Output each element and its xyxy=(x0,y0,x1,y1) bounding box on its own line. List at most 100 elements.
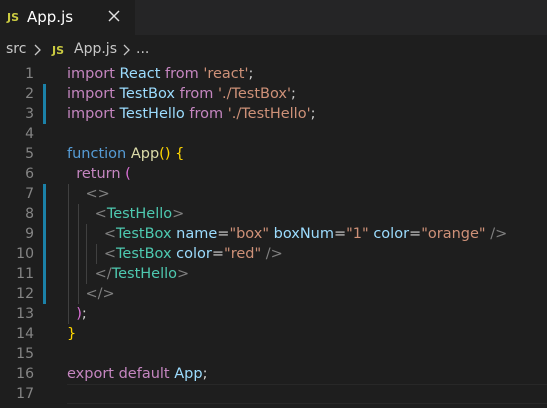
code-token: import xyxy=(67,106,115,122)
chevron-right-icon xyxy=(122,44,132,56)
code-token: = xyxy=(217,226,230,242)
code-line[interactable]: 16 export default App; xyxy=(0,364,547,384)
code-line[interactable]: 2 import TestBox from './TestBox'; xyxy=(0,84,547,104)
modified-line-marker[interactable] xyxy=(43,84,46,104)
line-number: 4 xyxy=(25,126,34,142)
code-token: './TestBox' xyxy=(217,86,291,102)
modified-line-marker[interactable] xyxy=(43,264,46,284)
code-token: from xyxy=(189,106,224,122)
line-number: 9 xyxy=(25,226,34,242)
code-token: < xyxy=(94,206,107,222)
line-number: 7 xyxy=(25,186,34,202)
tab-app-js[interactable]: JS App.js xyxy=(0,0,135,35)
breadcrumb-folder[interactable]: src xyxy=(6,41,26,57)
code-text: <TestHello> xyxy=(67,204,185,224)
indent-guide xyxy=(96,244,97,264)
code-line[interactable]: 7 <> xyxy=(0,184,547,204)
code-token: function xyxy=(67,146,127,162)
code-line[interactable]: 6 return ( xyxy=(0,164,547,184)
modified-line-marker[interactable] xyxy=(43,224,46,244)
code-token: TestBox xyxy=(116,226,172,242)
line-number: 11 xyxy=(16,266,34,282)
code-line[interactable]: 14} xyxy=(0,324,547,344)
code-token: from xyxy=(165,66,199,82)
code-token: import xyxy=(67,86,115,102)
code-line[interactable]: 12 </> xyxy=(0,284,547,304)
code-token: ; xyxy=(248,66,254,82)
code-token: </> xyxy=(85,286,115,302)
code-text: return ( xyxy=(67,164,131,184)
modified-line-marker[interactable] xyxy=(43,284,46,304)
code-token: ; xyxy=(81,306,87,322)
editor-window: JS App.js src JS App.js ... 1 import Reac… xyxy=(0,0,547,408)
line-number: 17 xyxy=(16,386,34,402)
code-token: = xyxy=(409,226,422,242)
current-line-highlight xyxy=(67,384,547,404)
modified-line-marker[interactable] xyxy=(43,244,46,264)
chevron-right-icon xyxy=(33,44,43,56)
indent-guide xyxy=(78,204,79,304)
code-line[interactable]: 8 <TestHello> xyxy=(0,204,547,224)
code-token: boxNum xyxy=(273,226,334,242)
breadcrumb-file[interactable]: App.js xyxy=(74,41,117,57)
code-token: App xyxy=(174,366,203,382)
code-token: } xyxy=(67,326,77,342)
code-token: from xyxy=(179,86,214,102)
code-token: import xyxy=(67,66,115,82)
js-file-icon: JS xyxy=(52,44,65,57)
modified-line-marker[interactable] xyxy=(43,104,46,124)
modified-line-marker[interactable] xyxy=(43,184,46,204)
close-icon[interactable] xyxy=(104,6,124,26)
line-number: 2 xyxy=(25,86,34,102)
line-number: 3 xyxy=(25,106,34,122)
code-token: () xyxy=(159,146,171,162)
line-number: 15 xyxy=(16,346,34,362)
line-number: 5 xyxy=(25,146,34,162)
code-line[interactable]: 3 import TestHello from './TestHello'; xyxy=(0,104,547,124)
code-token: color xyxy=(373,226,410,242)
code-token: export xyxy=(67,366,114,382)
line-number: 12 xyxy=(16,286,34,302)
code-token: "box" xyxy=(229,226,269,242)
code-text: <TestBox name="box" boxNum="1" color="or… xyxy=(67,224,507,244)
code-token: TestHello xyxy=(119,106,185,122)
code-text: <> xyxy=(67,184,110,204)
code-line[interactable]: 1 import React from 'react'; xyxy=(0,64,547,84)
code-line[interactable]: 13 ); xyxy=(0,304,547,324)
code-token: ( xyxy=(125,166,131,182)
indent-guide xyxy=(68,184,69,324)
code-line[interactable]: 10 <TestBox color="red" /> xyxy=(0,244,547,264)
code-token: TestHello xyxy=(106,206,173,222)
code-token: ; xyxy=(290,86,296,102)
code-line[interactable]: 5 function App() { xyxy=(0,144,547,164)
line-number: 8 xyxy=(25,206,34,222)
code-token: color xyxy=(176,246,212,262)
line-number: 13 xyxy=(16,306,34,322)
code-token: App xyxy=(130,146,160,162)
code-line[interactable]: 4 xyxy=(0,124,547,144)
code-line[interactable]: 11 </TestHello> xyxy=(0,264,547,284)
code-token: TestBox xyxy=(116,246,172,262)
code-token: TestHello xyxy=(111,266,178,282)
code-text: import TestHello from './TestHello'; xyxy=(67,104,315,124)
line-number: 10 xyxy=(16,246,34,262)
code-token: return xyxy=(76,166,121,182)
code-token: <> xyxy=(85,186,110,202)
code-token: TestBox xyxy=(119,86,176,102)
code-token: /> xyxy=(265,246,283,262)
modified-line-marker[interactable] xyxy=(43,204,46,224)
code-token: > xyxy=(172,206,185,222)
code-text: import React from 'react'; xyxy=(67,64,253,84)
code-line[interactable]: 17 xyxy=(0,384,547,404)
line-number: 1 xyxy=(25,66,34,82)
code-editor[interactable]: 1 import React from 'react'; 2 import TestB… xyxy=(0,63,547,408)
breadcrumb-more[interactable]: ... xyxy=(136,41,149,57)
code-token: './TestHello' xyxy=(227,106,311,122)
code-line[interactable]: 15 xyxy=(0,344,547,364)
code-line[interactable]: 9 <TestBox name="box" boxNum="1" color="… xyxy=(0,224,547,244)
code-token: < xyxy=(103,246,117,262)
code-token: "red" xyxy=(224,246,262,262)
